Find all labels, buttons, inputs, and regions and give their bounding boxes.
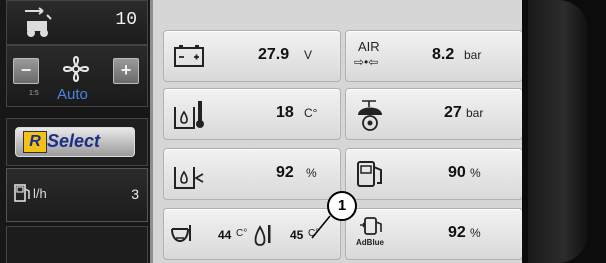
dashboard-screen: 10 − + 1:5 Auto R Select l/h 3 27.9 V 18…: [0, 0, 606, 263]
callout-marker: 1: [327, 191, 357, 221]
callout-leader-line: [311, 215, 331, 239]
